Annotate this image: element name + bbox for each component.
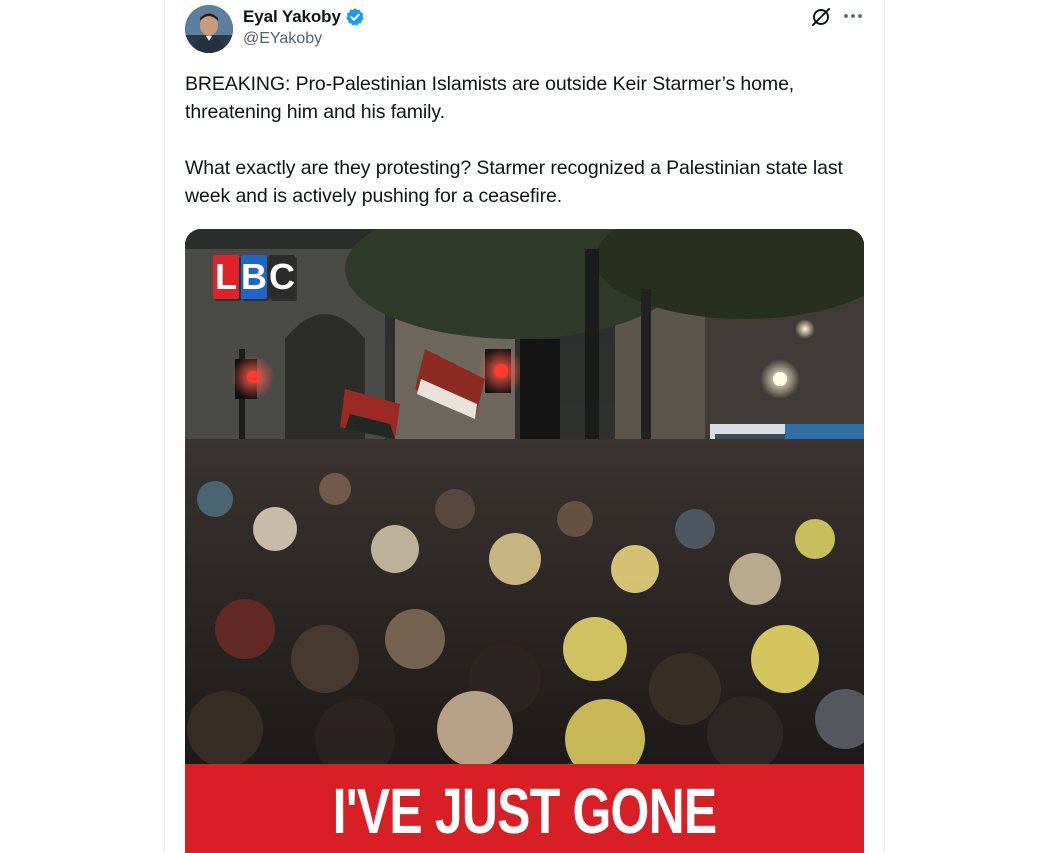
author-block: Eyal Yakoby @EYakoby [243, 6, 365, 48]
tweet-card[interactable]: Eyal Yakoby @EYakoby BREAKING: Pro-Pales… [164, 0, 885, 853]
author-handle[interactable]: @EYakoby [243, 30, 365, 48]
tweet-media-video[interactable]: L B C I'VE JUST GONE [185, 229, 864, 853]
lbc-logo: L B C [213, 255, 295, 299]
more-options-icon[interactable] [841, 6, 865, 28]
lbc-logo-letter-b: B [241, 255, 267, 299]
lbc-logo-letter-l: L [213, 255, 239, 299]
page: Eyal Yakoby @EYakoby BREAKING: Pro-Pales… [0, 0, 1050, 853]
display-name-row: Eyal Yakoby [243, 6, 365, 28]
video-frame [185, 229, 864, 853]
tweet-text: BREAKING: Pro-Palestinian Islamists are … [185, 73, 843, 207]
video-caption-text: I'VE JUST GONE [332, 775, 718, 847]
author-avatar[interactable] [185, 5, 233, 53]
verified-badge-icon[interactable] [345, 7, 365, 27]
grok-icon[interactable] [810, 6, 832, 28]
author-display-name[interactable]: Eyal Yakoby [243, 7, 341, 27]
lbc-logo-letter-c: C [269, 255, 295, 299]
video-caption-bar: I'VE JUST GONE [185, 764, 864, 853]
